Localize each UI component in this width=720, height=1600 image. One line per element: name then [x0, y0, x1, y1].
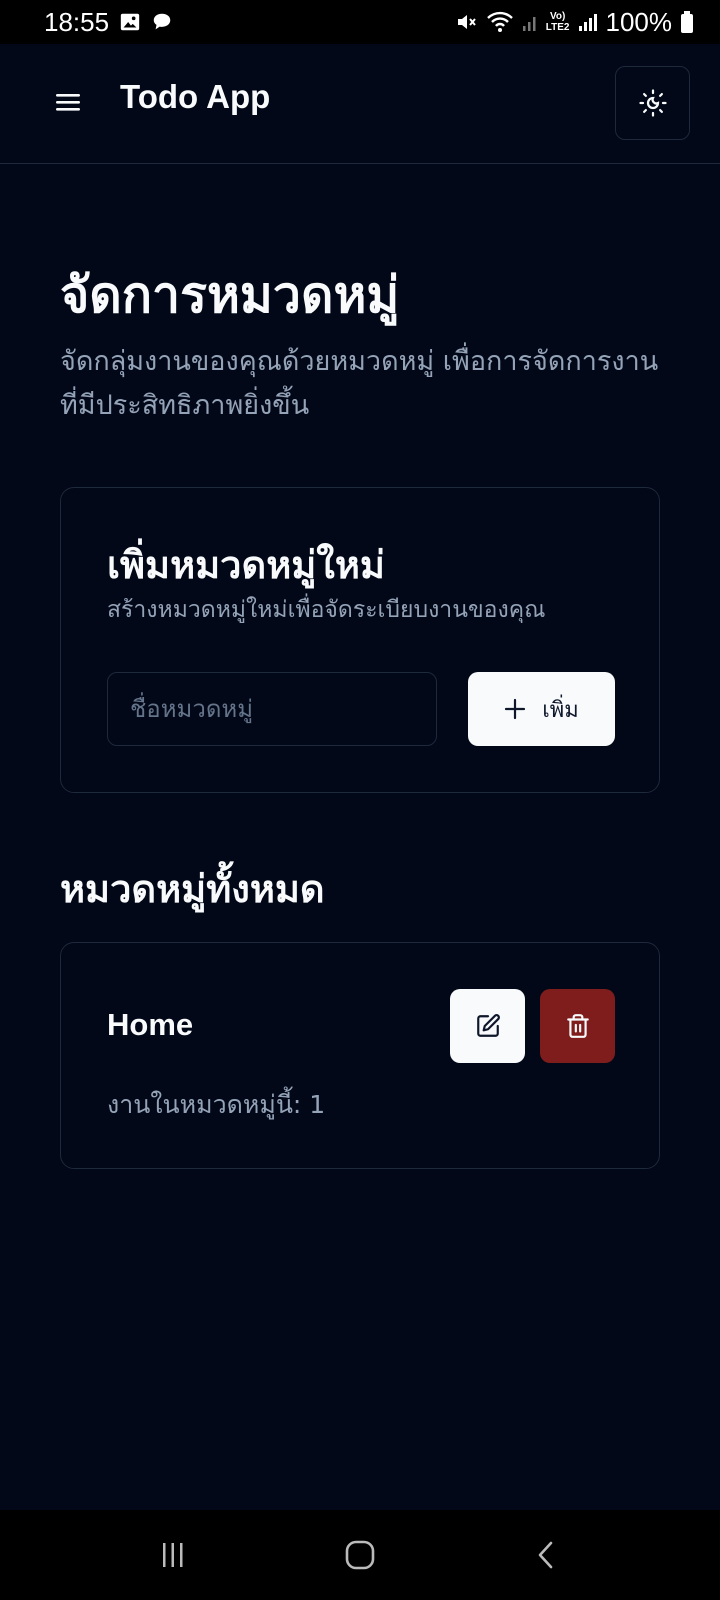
- recent-apps-icon: [163, 1543, 183, 1567]
- edit-category-button[interactable]: [450, 989, 525, 1063]
- battery-icon: [680, 10, 694, 34]
- signal-icon-2: [578, 12, 598, 32]
- all-categories-title: หมวดหมู่ทั้งหมด: [60, 867, 325, 911]
- sun-moon-icon: [638, 89, 667, 117]
- system-navigation-bar: [0, 1510, 720, 1600]
- add-category-subtitle: สร้างหมวดหมู่ใหม่เพื่อจัดระเบียบงานของคุ…: [107, 597, 546, 623]
- mute-icon: [454, 10, 478, 34]
- gallery-notification-icon: [119, 11, 141, 33]
- status-time: 18:55: [44, 6, 110, 37]
- category-card: Home งานในหมวดหมู่นี้: 1: [60, 942, 660, 1169]
- theme-toggle-button[interactable]: [615, 66, 690, 140]
- add-category-button[interactable]: เพิ่ม: [468, 672, 615, 746]
- category-name-input[interactable]: [107, 672, 437, 746]
- add-button-label: เพิ่ม: [542, 697, 579, 723]
- back-icon: [538, 1541, 552, 1569]
- plus-icon: [505, 698, 526, 720]
- hamburger-menu-icon: [56, 94, 80, 111]
- chat-notification-icon: [151, 11, 173, 33]
- signal-icon: [522, 12, 538, 32]
- back-button[interactable]: [517, 1525, 577, 1585]
- status-bar: 18:55 Vo) LTE2 100%: [0, 0, 720, 44]
- delete-category-button[interactable]: [540, 989, 615, 1063]
- trash-icon: [566, 1014, 589, 1038]
- page-title: จัดการหมวดหมู่: [60, 266, 400, 324]
- menu-button[interactable]: [48, 82, 88, 122]
- home-icon: [345, 1540, 375, 1570]
- app-title: Todo App: [120, 78, 271, 115]
- lte-indicator: Vo) LTE2: [545, 11, 570, 33]
- category-task-count: งานในหมวดหมู่นี้: 1: [107, 1090, 326, 1119]
- add-category-title: เพิ่มหมวดหมู่ใหม่: [107, 543, 385, 587]
- edit-icon: [476, 1014, 500, 1037]
- add-category-card: เพิ่มหมวดหมู่ใหม่ สร้างหมวดหมู่ใหม่เพื่อ…: [60, 487, 660, 793]
- app-bar: Todo App: [0, 44, 720, 164]
- category-name: Home: [107, 1007, 194, 1042]
- home-button[interactable]: [330, 1525, 390, 1585]
- wifi-icon: [486, 10, 514, 34]
- page-description: จัดกลุ่มงานของคุณด้วยหมวดหมู่ เพื่อการจั…: [60, 346, 659, 421]
- battery-percentage: 100%: [605, 6, 673, 37]
- recent-apps-button[interactable]: [143, 1525, 203, 1585]
